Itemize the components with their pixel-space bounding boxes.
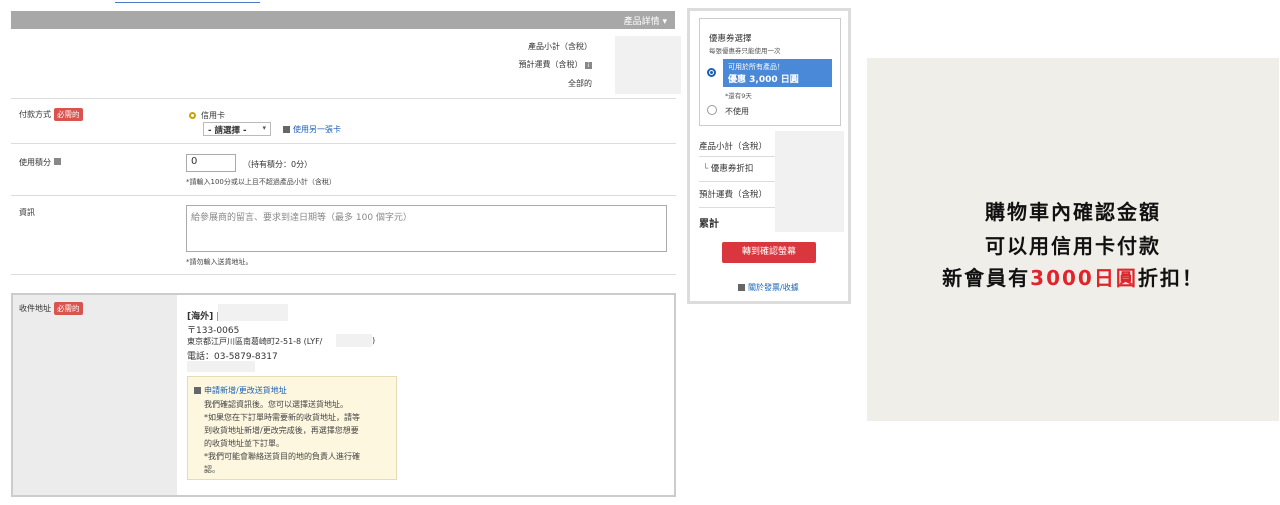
address-street-end: ) — [372, 336, 376, 345]
use-another-card-text[interactable]: 使用另一張卡 — [293, 124, 341, 135]
address-change-note: 申請新增/更改送貨地址 我們確認資訊後。您可以選擇送貨地址。 *如果您在下訂單時… — [187, 376, 397, 480]
credit-card-option[interactable]: 信用卡 — [189, 110, 225, 121]
coupon-radio-selected[interactable] — [707, 68, 716, 77]
street-redacted — [336, 334, 372, 347]
name-redacted — [218, 304, 288, 321]
points-label: 使用積分 — [19, 157, 61, 168]
panel-total-label: 累計 — [699, 219, 719, 230]
coupon-option-line1: 可用於所有產品！ — [728, 63, 784, 71]
coupon-none-label[interactable]: 不使用 — [725, 106, 749, 117]
document-icon — [738, 284, 745, 291]
radio-selected-icon[interactable] — [189, 112, 196, 119]
divider — [699, 156, 775, 157]
card-select[interactable]: - 請選擇 - ▾ — [203, 122, 271, 136]
panel-discount-label: └ 優惠券折扣 — [703, 164, 754, 174]
divider — [11, 274, 676, 275]
required-badge: 必需的 — [54, 108, 83, 121]
divider — [11, 195, 676, 196]
payment-method-label: 付款方式 必需的 — [19, 108, 83, 121]
chevron-down-icon: ▾ — [262, 124, 266, 132]
credit-card-label: 信用卡 — [201, 111, 225, 120]
summary-shipping-label: 預計運費（含稅） i — [518, 59, 592, 70]
coupon-radio-none[interactable] — [707, 105, 717, 115]
required-badge: 必需的 — [54, 302, 83, 315]
invoice-link-text[interactable]: 關於發票/收據 — [748, 282, 799, 293]
panel-values-redacted — [775, 131, 844, 232]
info-icon[interactable] — [53, 158, 61, 165]
address-note-body: 我們確認資訊後。您可以選擇送貨地址。 *如果您在下訂單時需要新的收貨地址，請等 … — [204, 398, 360, 476]
address-postal: 〒133-0065 — [187, 326, 240, 336]
divider — [11, 143, 676, 144]
promo-line-1: 購物車內確認金額 — [985, 200, 1161, 224]
promo-line-3: 新會員有3000日圓折扣！ — [942, 266, 1204, 290]
message-textarea[interactable]: 給參展商的留言、要求到達日期等（最多 100 個字元） — [186, 205, 667, 252]
coupon-subtitle: 每張優惠券只能使用一次 — [709, 47, 781, 55]
invoice-link[interactable]: 關於發票/收據 — [738, 282, 799, 293]
coupon-option-line2: 優惠 3,000 日圓 — [728, 75, 799, 85]
use-another-card-link[interactable]: 使用另一張卡 — [283, 124, 341, 135]
panel-subtotal-label: 產品小計（含稅） — [699, 142, 768, 152]
note-line: 我們確認資訊後。您可以選擇送貨地址。 — [204, 400, 348, 409]
note-line: 認。 — [204, 465, 220, 474]
points-held-text: （持有積分：0分） — [243, 160, 313, 169]
info-label: 資訊 — [19, 208, 35, 217]
address-street: 東京都江戸川區南葛崎町2-51-8 (LYF/ — [187, 337, 323, 346]
extra-redacted — [187, 361, 255, 372]
summary-subtotal-label: 產品小計（含稅） — [528, 42, 592, 51]
product-details-toggle[interactable]: 產品詳情 ▾ — [624, 14, 667, 27]
shipping-address-label: 收件地址 必需的 — [19, 302, 83, 315]
note-line: *我們可能會聯絡送貨目的地的負責人進行確 — [204, 452, 360, 461]
go-to-confirmation-button[interactable]: 轉到確認螢幕 — [722, 242, 816, 263]
product-details-bar[interactable]: 產品詳情 ▾ — [11, 11, 675, 29]
note-line: 到收貨地址新增/更改完成後，再選擇您想要 — [204, 426, 359, 435]
divider — [699, 207, 775, 208]
info-note: *請勿輸入送貨地址。 — [186, 258, 253, 266]
coupon-title: 優惠券選擇 — [709, 34, 752, 44]
address-change-link-text[interactable]: 申請新增/更改送貨地址 — [204, 385, 287, 396]
promo-annotation: 購物車內確認金額 可以用信用卡付款 新會員有3000日圓折扣！ — [867, 58, 1279, 421]
summary-total-label: 全部的 — [568, 79, 592, 88]
top-link-underline — [115, 2, 260, 3]
coupon-selector: 優惠券選擇 每張優惠券只能使用一次 可用於所有產品！ 優惠 3,000 日圓 *… — [699, 18, 841, 126]
promo-line-2: 可以用信用卡付款 — [985, 234, 1161, 258]
edit-icon — [194, 387, 201, 394]
note-line: *如果您在下訂單時需要新的收貨地址，請等 — [204, 413, 360, 422]
top-breadcrumb — [0, 0, 260, 4]
address-region: [海外] | — [187, 312, 220, 322]
info-icon[interactable]: i — [585, 62, 592, 69]
address-change-link[interactable]: 申請新增/更改送貨地址 — [194, 385, 287, 396]
divider — [11, 98, 676, 99]
coupon-remaining: *還有9天 — [725, 92, 752, 100]
summary-values-redacted — [615, 36, 681, 94]
card-icon — [283, 126, 290, 133]
coupon-option-selected[interactable]: 可用於所有產品！ 優惠 3,000 日圓 — [723, 59, 832, 87]
points-note: *請輸入100分或以上且不超過產品小計（含稅） — [186, 178, 336, 186]
panel-shipping-label: 預計運費（含稅） — [699, 190, 768, 200]
divider — [699, 181, 775, 182]
address-label-column — [13, 295, 177, 495]
note-line: 的收貨地址並下訂單。 — [204, 439, 284, 448]
points-input[interactable]: 0 — [186, 154, 236, 172]
